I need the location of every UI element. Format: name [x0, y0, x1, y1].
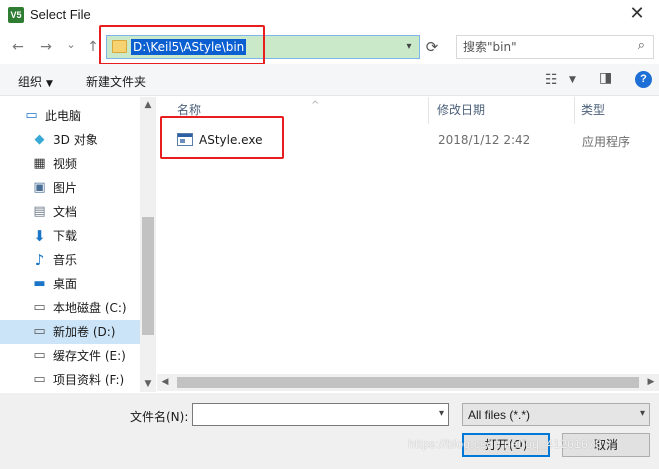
downloads-icon: ⬇	[33, 227, 46, 245]
scroll-right-arrow-icon[interactable]: ▶	[643, 374, 659, 391]
caret-down-icon: ▼	[46, 79, 53, 89]
address-path[interactable]: D:\Keil5\AStyle\bin	[131, 39, 247, 55]
file-type: 应用程序	[582, 135, 631, 149]
file-list-scrollbar[interactable]: ◀ ▶	[157, 374, 659, 391]
organize-label: 组织	[18, 75, 43, 89]
sidebar-item-music[interactable]: ♪ 音乐	[0, 248, 140, 272]
file-type-filter[interactable]: All files (*.*) ▾	[462, 403, 650, 426]
chevron-down-icon[interactable]: ▾	[640, 408, 645, 419]
sidebar-item-documents[interactable]: ▤ 文档	[0, 200, 140, 224]
view-caret-icon[interactable]: ▼	[569, 75, 576, 85]
sidebar-item-videos[interactable]: ▦ 视频	[0, 152, 140, 176]
drive-icon: ▭	[33, 348, 46, 363]
sort-up-icon: ^	[311, 100, 320, 111]
sidebar-item-pictures[interactable]: ▣ 图片	[0, 176, 140, 200]
sidebar-scrollbar[interactable]: ▲ ▼	[140, 97, 155, 392]
cancel-button[interactable]: 取消	[562, 433, 650, 457]
computer-icon: ▭	[25, 108, 38, 123]
forward-button[interactable]: →	[37, 38, 55, 56]
open-button[interactable]: 打开(O)	[462, 433, 550, 457]
file-name[interactable]: AStyle.exe	[199, 133, 262, 147]
search-icon[interactable]: ⌕	[638, 38, 645, 53]
filename-combobox[interactable]: ▾	[192, 403, 449, 426]
3d-objects-icon: ◆	[34, 132, 45, 147]
navigation-pane: ▭ 此电脑 ◆ 3D 对象 ▦ 视频 ▣ 图片 ▤ 文档 ⬇ 下载 ♪ 音乐 ▬…	[0, 97, 156, 392]
preview-pane-icon[interactable]: ◨	[599, 70, 612, 86]
sidebar-item-drive-e[interactable]: ▭ 缓存文件 (E:)	[0, 344, 140, 368]
column-header-type[interactable]: 类型	[575, 97, 659, 124]
drive-icon: ▭	[33, 300, 46, 315]
command-toolbar: 组织 ▼ 新建文件夹 ☷ ▼ ◨ ?	[0, 64, 659, 96]
drive-icon: ▭	[33, 324, 46, 339]
executable-file-icon	[177, 133, 193, 146]
scrollbar-thumb[interactable]	[177, 377, 639, 388]
filename-label: 文件名(N):	[130, 410, 189, 424]
documents-icon: ▤	[33, 204, 46, 219]
app-icon: V5	[8, 7, 24, 23]
address-bar[interactable]: D:\Keil5\AStyle\bin ▾	[106, 35, 420, 59]
scrollbar-thumb[interactable]	[142, 217, 154, 335]
sidebar-item-desktop[interactable]: ▬ 桌面	[0, 272, 140, 296]
search-box[interactable]: ⌕	[456, 35, 654, 59]
chevron-down-icon[interactable]: ▾	[402, 40, 416, 54]
recent-locations-button[interactable]: ⌄	[62, 36, 80, 54]
filename-input[interactable]	[197, 407, 422, 422]
new-folder-button[interactable]: 新建文件夹	[86, 73, 146, 90]
sidebar-item-drive-c[interactable]: ▭ 本地磁盘 (C:)	[0, 296, 140, 320]
sidebar-item-drive-f[interactable]: ▭ 项目资料 (F:)	[0, 368, 140, 392]
folder-icon	[112, 40, 127, 53]
back-button[interactable]: ←	[9, 38, 27, 56]
video-icon: ▦	[33, 156, 46, 171]
drive-icon: ▭	[33, 372, 46, 387]
sidebar-item-3d-objects[interactable]: ◆ 3D 对象	[0, 128, 140, 152]
scroll-left-arrow-icon[interactable]: ◀	[157, 374, 173, 391]
bottom-panel: 文件名(N): ▾ All files (*.*) ▾ 打开(O) 取消 htt…	[0, 393, 659, 469]
organize-button[interactable]: 组织 ▼	[18, 73, 53, 90]
window-title: Select File	[30, 7, 91, 22]
search-input[interactable]	[463, 39, 623, 55]
file-modified-date: 2018/1/12 2:42	[438, 133, 531, 147]
file-list: ^ 名称 修改日期 类型 AStyle.exe 2018/1/12 2:42 应…	[157, 97, 659, 392]
navigation-bar: ← → ⌄ ↑ D:\Keil5\AStyle\bin ▾ ⟳ ⌕	[0, 30, 659, 64]
sidebar-item-downloads[interactable]: ⬇ 下载	[0, 224, 140, 248]
chevron-down-icon[interactable]: ▾	[439, 408, 444, 419]
sidebar-item-drive-d[interactable]: ▭ 新加卷 (D:)	[0, 320, 140, 344]
close-button[interactable]: ✕	[615, 0, 659, 30]
music-icon: ♪	[34, 251, 45, 269]
scroll-up-arrow-icon[interactable]: ▲	[140, 97, 155, 113]
title-bar: V5 Select File ✕	[0, 0, 659, 30]
sidebar-item-this-pc[interactable]: ▭ 此电脑	[0, 104, 140, 128]
table-row[interactable]: AStyle.exe 2018/1/12 2:42 应用程序	[157, 129, 659, 151]
scroll-down-arrow-icon[interactable]: ▼	[140, 376, 155, 392]
desktop-icon: ▬	[33, 276, 46, 291]
help-icon[interactable]: ?	[635, 71, 652, 88]
file-type-filter-value: All files (*.*)	[468, 408, 531, 422]
column-header-name[interactable]: ^ 名称	[171, 97, 429, 124]
view-options-icon[interactable]: ☷	[545, 72, 558, 88]
refresh-button[interactable]: ⟳	[422, 37, 442, 57]
up-button[interactable]: ↑	[84, 38, 102, 56]
pictures-icon: ▣	[33, 180, 46, 195]
column-header-modified[interactable]: 修改日期	[431, 97, 575, 124]
